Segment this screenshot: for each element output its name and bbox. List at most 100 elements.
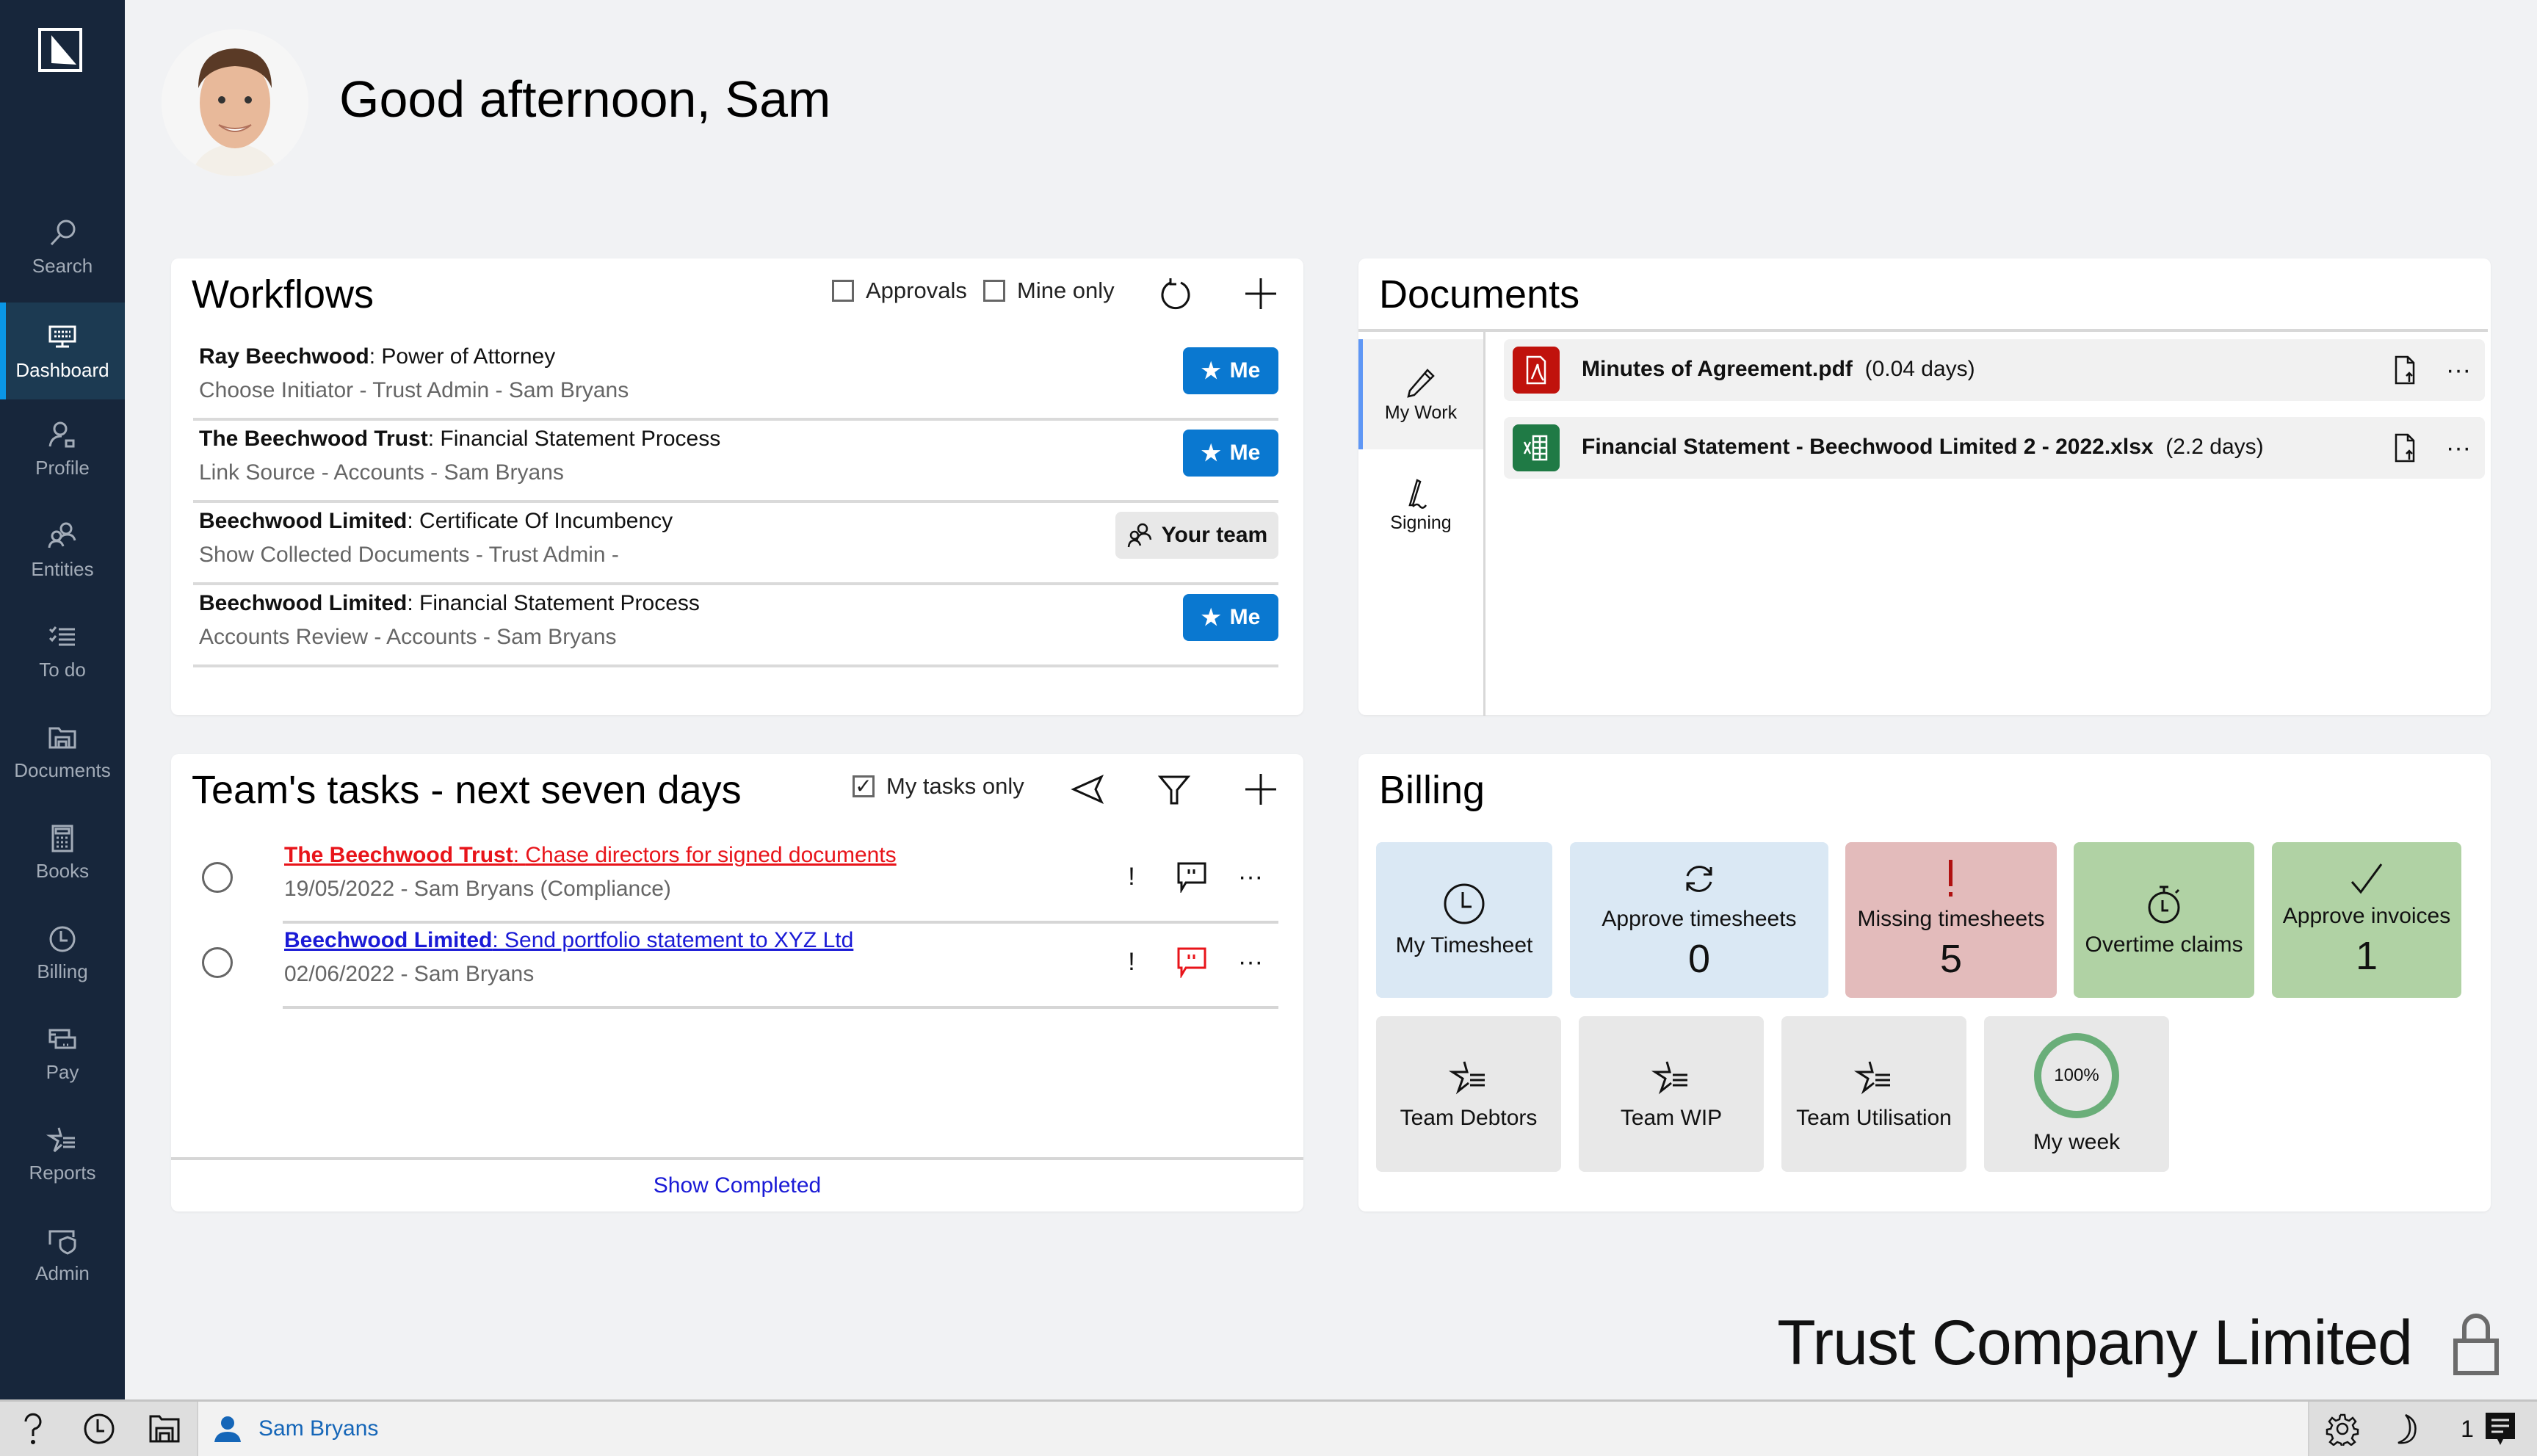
document-more-button[interactable]: ··· (2436, 348, 2480, 392)
workflow-row[interactable]: Beechwood Limited: Financial Statement P… (193, 582, 1278, 667)
approve-invoices-tile[interactable]: Approve invoices 1 (2272, 842, 2461, 998)
task-subtitle: 02/06/2022 - Sam Bryans (284, 962, 535, 986)
priority-button[interactable]: ! (1111, 856, 1152, 897)
send-button[interactable] (1065, 767, 1110, 811)
filter-button[interactable] (1152, 767, 1196, 811)
exclamation-icon: ! (1128, 862, 1135, 891)
sidebar-item-label: Dashboard (15, 358, 109, 381)
missing-timesheets-tile[interactable]: Missing timesheets 5 (1845, 842, 2057, 998)
sidebar-item-profile[interactable]: Profile (0, 400, 125, 497)
settings-button[interactable] (2308, 1402, 2377, 1456)
more-icon: ··· (1238, 862, 1263, 891)
status-bar: Sam Bryans 1 (0, 1399, 2537, 1456)
tab-signing[interactable]: Signing (1358, 449, 1483, 559)
my-week-tile[interactable]: 100% My week (1984, 1016, 2169, 1172)
sidebar-item-books[interactable]: Books (0, 803, 125, 900)
sidebar-item-admin[interactable]: Admin (0, 1206, 125, 1303)
task-more-button[interactable]: ··· (1230, 856, 1271, 897)
priority-button[interactable]: ! (1111, 941, 1152, 982)
tile-label: Overtime claims (2085, 932, 2243, 957)
mine-only-checkbox-box[interactable] (983, 280, 1005, 302)
company-name: Trust Company Limited (1777, 1308, 2413, 1378)
lock-button[interactable] (2450, 1311, 2502, 1381)
task-entity: The Beechwood Trust (284, 843, 513, 867)
filter-icon (1157, 775, 1191, 805)
sidebar-item-todo[interactable]: To do (0, 602, 125, 699)
my-tasks-only-checkbox[interactable]: ✓ My tasks only (853, 773, 1024, 800)
team-debtors-tile[interactable]: Team Debtors (1376, 1016, 1561, 1172)
task-complete-radio[interactable] (202, 947, 233, 978)
approve-timesheets-tile[interactable]: Approve timesheets 0 (1570, 842, 1828, 998)
open-document-button[interactable] (2384, 348, 2428, 392)
avatar[interactable] (162, 29, 308, 176)
add-task-button[interactable] (1239, 767, 1283, 811)
workflow-title: Ray Beechwood: Power of Attorney (199, 344, 556, 369)
approvals-checkbox-box[interactable] (832, 280, 854, 302)
approvals-checkbox[interactable]: Approvals (832, 278, 967, 304)
search-icon (50, 220, 76, 245)
workflow-entity: Beechwood Limited (199, 591, 408, 615)
task-more-button[interactable]: ··· (1230, 941, 1271, 982)
assignee-me-button[interactable]: ★ Me (1183, 594, 1278, 641)
open-document-button[interactable] (2384, 426, 2428, 470)
workflow-row[interactable]: The Beechwood Trust: Financial Statement… (193, 418, 1278, 503)
refresh-button[interactable] (1154, 272, 1198, 316)
sidebar-item-reports[interactable]: Reports (0, 1105, 125, 1202)
sync-icon (1686, 866, 1712, 892)
assignee-me-button[interactable]: ★ Me (1183, 430, 1278, 477)
sidebar-item-entities[interactable]: Entities (0, 501, 125, 598)
workflows-title: Workflows (192, 272, 374, 316)
task-link[interactable]: Beechwood Limited: Send portfolio statem… (284, 928, 853, 953)
clock-icon (1444, 883, 1485, 924)
workflow-row[interactable]: Beechwood Limited: Certificate Of Incumb… (193, 500, 1278, 585)
entities-icon (48, 522, 76, 548)
assignee-me-button[interactable]: ★ Me (1183, 347, 1278, 394)
task-link[interactable]: The Beechwood Trust: Chase directors for… (284, 843, 897, 868)
current-user-name: Sam Bryans (258, 1416, 379, 1441)
document-row[interactable]: Minutes of Agreement.pdf (0.04 days) ··· (1504, 339, 2485, 401)
my-timesheet-tile[interactable]: My Timesheet (1376, 842, 1552, 998)
workflow-subtitle: Choose Initiator - Trust Admin - Sam Bry… (199, 378, 629, 402)
user-icon (214, 1416, 241, 1442)
sidebar-item-label: Profile (35, 456, 90, 479)
task-complete-radio[interactable] (202, 862, 233, 893)
documents-tab-bar: My Work Signing (1358, 332, 1485, 716)
sidebar-item-dashboard[interactable]: Dashboard (0, 303, 125, 399)
sidebar-item-label: To do (39, 658, 86, 681)
pencil-icon (1407, 368, 1435, 398)
sidebar-item-documents[interactable]: Documents (0, 703, 125, 800)
assignee-team-button[interactable]: Your team (1115, 512, 1278, 559)
sidebar-item-search[interactable]: Search (0, 198, 125, 295)
add-workflow-button[interactable] (1239, 272, 1283, 316)
document-more-button[interactable]: ··· (2436, 426, 2480, 470)
notifications-button[interactable]: 1 (2440, 1402, 2537, 1456)
clock-icon (49, 926, 76, 952)
workflow-row[interactable]: Ray Beechwood: Power of Attorney Choose … (193, 336, 1278, 421)
sidebar: Search Dashboard Profile Entities To do … (0, 0, 125, 1399)
billing-title: Billing (1379, 768, 1485, 812)
document-row[interactable]: Financial Statement - Beechwood Limited … (1504, 417, 2485, 479)
assignee-label: Me (1229, 441, 1261, 465)
sidebar-item-billing[interactable]: Billing (0, 904, 125, 1001)
send-icon (1071, 774, 1104, 805)
timer-button[interactable] (66, 1402, 134, 1456)
comment-button[interactable] (1171, 941, 1212, 982)
dark-mode-button[interactable] (2374, 1402, 2442, 1456)
documents-shortcut-button[interactable] (132, 1402, 198, 1456)
show-completed-link[interactable]: Show Completed (171, 1157, 1303, 1211)
comment-button[interactable] (1171, 856, 1212, 897)
current-user-button[interactable]: Sam Bryans (213, 1402, 378, 1456)
signature-icon (1408, 478, 1427, 509)
team-wip-tile[interactable]: Team WIP (1579, 1016, 1764, 1172)
help-button[interactable] (0, 1402, 68, 1456)
sidebar-item-pay[interactable]: Pay (0, 1004, 125, 1101)
team-utilisation-tile[interactable]: Team Utilisation (1781, 1016, 1966, 1172)
workflow-process: Power of Attorney (381, 344, 556, 369)
assignee-label: Me (1229, 358, 1261, 383)
overtime-claims-tile[interactable]: Overtime claims (2074, 842, 2254, 998)
mine-only-checkbox[interactable]: Mine only (983, 278, 1115, 304)
app-logo[interactable] (38, 28, 82, 72)
my-tasks-only-checkbox-box[interactable]: ✓ (853, 775, 875, 797)
tab-my-work[interactable]: My Work (1358, 339, 1483, 449)
books-icon (51, 825, 73, 852)
